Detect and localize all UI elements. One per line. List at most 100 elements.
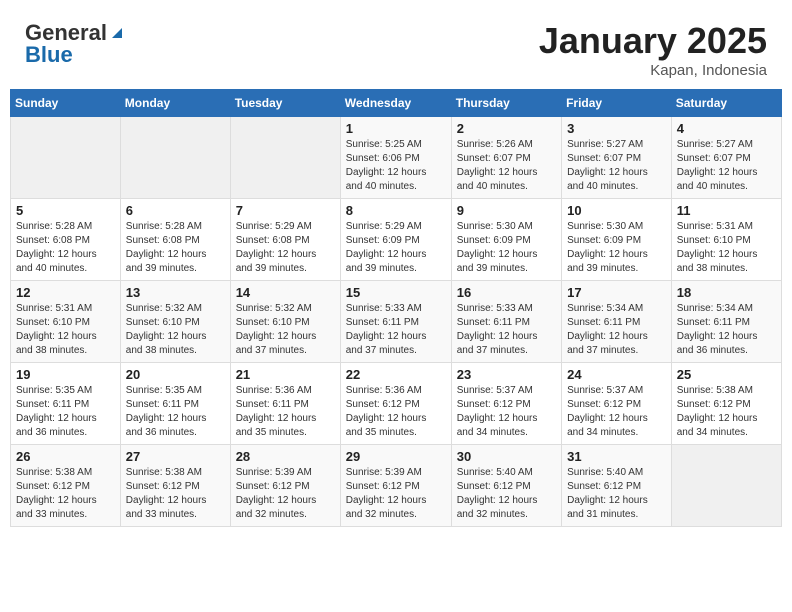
calendar-cell: 23 Sunrise: 5:37 AM Sunset: 6:12 PM Dayli…: [451, 363, 561, 445]
day-info: Sunrise: 5:36 AM Sunset: 6:12 PM Dayligh…: [346, 384, 446, 440]
logo: General Blue: [25, 20, 126, 68]
calendar-cell: 1 Sunrise: 5:25 AM Sunset: 6:06 PM Daylig…: [340, 117, 451, 199]
day-info: Sunrise: 5:30 AM Sunset: 6:09 PM Dayligh…: [567, 220, 666, 276]
day-info: Sunrise: 5:39 AM Sunset: 6:12 PM Dayligh…: [236, 466, 335, 522]
day-info: Sunrise: 5:39 AM Sunset: 6:12 PM Dayligh…: [346, 466, 446, 522]
calendar-header-monday: Monday: [120, 90, 230, 117]
calendar-cell: 18Sunrise: 5:34 AM Sunset: 6:11 PM Dayli…: [671, 281, 781, 363]
calendar-header-thursday: Thursday: [451, 90, 561, 117]
calendar-cell: 31 Sunrise: 5:40 AM Sunset: 6:12 PM Dayli…: [562, 445, 672, 527]
calendar-cell: 24 Sunrise: 5:37 AM Sunset: 6:12 PM Dayli…: [562, 363, 672, 445]
calendar-cell: 19 Sunrise: 5:35 AM Sunset: 6:11 PM Dayli…: [11, 363, 121, 445]
calendar-header-friday: Friday: [562, 90, 672, 117]
day-number: 28: [236, 449, 335, 464]
page-header: General Blue January 2025 Kapan, Indones…: [10, 10, 782, 84]
day-info: Sunrise: 5:25 AM Sunset: 6:06 PM Dayligh…: [346, 138, 446, 194]
calendar-cell: 14 Sunrise: 5:32 AM Sunset: 6:10 PM Dayli…: [230, 281, 340, 363]
day-number: 8: [346, 203, 446, 218]
calendar-week-row: 12Sunrise: 5:31 AM Sunset: 6:10 PM Dayli…: [11, 281, 782, 363]
calendar-cell: 16 Sunrise: 5:33 AM Sunset: 6:11 PM Dayli…: [451, 281, 561, 363]
calendar-cell: [11, 117, 121, 199]
calendar-header-row: SundayMondayTuesdayWednesdayThursdayFrid…: [11, 90, 782, 117]
day-info: Sunrise: 5:32 AM Sunset: 6:10 PM Dayligh…: [236, 302, 335, 358]
day-number: 16: [457, 285, 556, 300]
calendar-cell: 29 Sunrise: 5:39 AM Sunset: 6:12 PM Dayli…: [340, 445, 451, 527]
calendar-cell: 30 Sunrise: 5:40 AM Sunset: 6:12 PM Dayli…: [451, 445, 561, 527]
calendar-week-row: 26 Sunrise: 5:38 AM Sunset: 6:12 PM Dayli…: [11, 445, 782, 527]
day-info: Sunrise: 5:29 AM Sunset: 6:09 PM Dayligh…: [346, 220, 446, 276]
day-info: Sunrise: 5:34 AM Sunset: 6:11 PM Dayligh…: [567, 302, 666, 358]
day-number: 15: [346, 285, 446, 300]
day-info: Sunrise: 5:34 AM Sunset: 6:11 PM Dayligh…: [677, 302, 776, 358]
day-info: Sunrise: 5:38 AM Sunset: 6:12 PM Dayligh…: [16, 466, 115, 522]
day-number: 3: [567, 121, 666, 136]
day-info: Sunrise: 5:35 AM Sunset: 6:11 PM Dayligh…: [126, 384, 225, 440]
month-title: January 2025: [539, 20, 767, 62]
calendar-cell: 4 Sunrise: 5:27 AM Sunset: 6:07 PM Daylig…: [671, 117, 781, 199]
day-info: Sunrise: 5:27 AM Sunset: 6:07 PM Dayligh…: [677, 138, 776, 194]
day-info: Sunrise: 5:38 AM Sunset: 6:12 PM Dayligh…: [677, 384, 776, 440]
day-number: 23: [457, 367, 556, 382]
calendar-cell: 9 Sunrise: 5:30 AM Sunset: 6:09 PM Daylig…: [451, 199, 561, 281]
calendar-header-sunday: Sunday: [11, 90, 121, 117]
day-number: 30: [457, 449, 556, 464]
calendar-cell: [120, 117, 230, 199]
calendar-cell: 20 Sunrise: 5:35 AM Sunset: 6:11 PM Dayli…: [120, 363, 230, 445]
day-number: 4: [677, 121, 776, 136]
calendar-cell: 15 Sunrise: 5:33 AM Sunset: 6:11 PM Dayli…: [340, 281, 451, 363]
day-info: Sunrise: 5:33 AM Sunset: 6:11 PM Dayligh…: [457, 302, 556, 358]
day-info: Sunrise: 5:38 AM Sunset: 6:12 PM Dayligh…: [126, 466, 225, 522]
calendar-table: SundayMondayTuesdayWednesdayThursdayFrid…: [10, 89, 782, 527]
day-number: 20: [126, 367, 225, 382]
calendar-cell: 5Sunrise: 5:28 AM Sunset: 6:08 PM Daylig…: [11, 199, 121, 281]
day-info: Sunrise: 5:26 AM Sunset: 6:07 PM Dayligh…: [457, 138, 556, 194]
day-number: 21: [236, 367, 335, 382]
calendar-cell: 3 Sunrise: 5:27 AM Sunset: 6:07 PM Daylig…: [562, 117, 672, 199]
calendar-cell: 12Sunrise: 5:31 AM Sunset: 6:10 PM Dayli…: [11, 281, 121, 363]
calendar-header-saturday: Saturday: [671, 90, 781, 117]
calendar-cell: 21Sunrise: 5:36 AM Sunset: 6:11 PM Dayli…: [230, 363, 340, 445]
calendar-cell: [230, 117, 340, 199]
day-number: 19: [16, 367, 115, 382]
calendar-header-wednesday: Wednesday: [340, 90, 451, 117]
day-info: Sunrise: 5:35 AM Sunset: 6:11 PM Dayligh…: [16, 384, 115, 440]
day-number: 6: [126, 203, 225, 218]
day-info: Sunrise: 5:33 AM Sunset: 6:11 PM Dayligh…: [346, 302, 446, 358]
day-number: 9: [457, 203, 556, 218]
day-number: 26: [16, 449, 115, 464]
day-info: Sunrise: 5:32 AM Sunset: 6:10 PM Dayligh…: [126, 302, 225, 358]
day-number: 24: [567, 367, 666, 382]
day-number: 11: [677, 203, 776, 218]
calendar-cell: [671, 445, 781, 527]
calendar-week-row: 1 Sunrise: 5:25 AM Sunset: 6:06 PM Daylig…: [11, 117, 782, 199]
logo-blue: Blue: [25, 42, 73, 68]
day-info: Sunrise: 5:37 AM Sunset: 6:12 PM Dayligh…: [457, 384, 556, 440]
day-number: 2: [457, 121, 556, 136]
calendar-cell: 27Sunrise: 5:38 AM Sunset: 6:12 PM Dayli…: [120, 445, 230, 527]
day-number: 13: [126, 285, 225, 300]
day-info: Sunrise: 5:40 AM Sunset: 6:12 PM Dayligh…: [567, 466, 666, 522]
calendar-cell: 22Sunrise: 5:36 AM Sunset: 6:12 PM Dayli…: [340, 363, 451, 445]
day-info: Sunrise: 5:27 AM Sunset: 6:07 PM Dayligh…: [567, 138, 666, 194]
day-number: 14: [236, 285, 335, 300]
calendar-cell: 2 Sunrise: 5:26 AM Sunset: 6:07 PM Daylig…: [451, 117, 561, 199]
day-info: Sunrise: 5:30 AM Sunset: 6:09 PM Dayligh…: [457, 220, 556, 276]
day-number: 5: [16, 203, 115, 218]
title-block: January 2025 Kapan, Indonesia: [539, 20, 767, 79]
day-info: Sunrise: 5:37 AM Sunset: 6:12 PM Dayligh…: [567, 384, 666, 440]
day-info: Sunrise: 5:31 AM Sunset: 6:10 PM Dayligh…: [677, 220, 776, 276]
day-number: 29: [346, 449, 446, 464]
location: Kapan, Indonesia: [539, 62, 767, 79]
day-number: 12: [16, 285, 115, 300]
calendar-cell: 26 Sunrise: 5:38 AM Sunset: 6:12 PM Dayli…: [11, 445, 121, 527]
day-number: 31: [567, 449, 666, 464]
calendar-cell: 11 Sunrise: 5:31 AM Sunset: 6:10 PM Dayli…: [671, 199, 781, 281]
calendar-week-row: 19 Sunrise: 5:35 AM Sunset: 6:11 PM Dayli…: [11, 363, 782, 445]
calendar-cell: 17 Sunrise: 5:34 AM Sunset: 6:11 PM Dayli…: [562, 281, 672, 363]
calendar-cell: 8 Sunrise: 5:29 AM Sunset: 6:09 PM Daylig…: [340, 199, 451, 281]
day-number: 17: [567, 285, 666, 300]
day-info: Sunrise: 5:28 AM Sunset: 6:08 PM Dayligh…: [126, 220, 225, 276]
day-number: 10: [567, 203, 666, 218]
day-info: Sunrise: 5:40 AM Sunset: 6:12 PM Dayligh…: [457, 466, 556, 522]
day-number: 1: [346, 121, 446, 136]
